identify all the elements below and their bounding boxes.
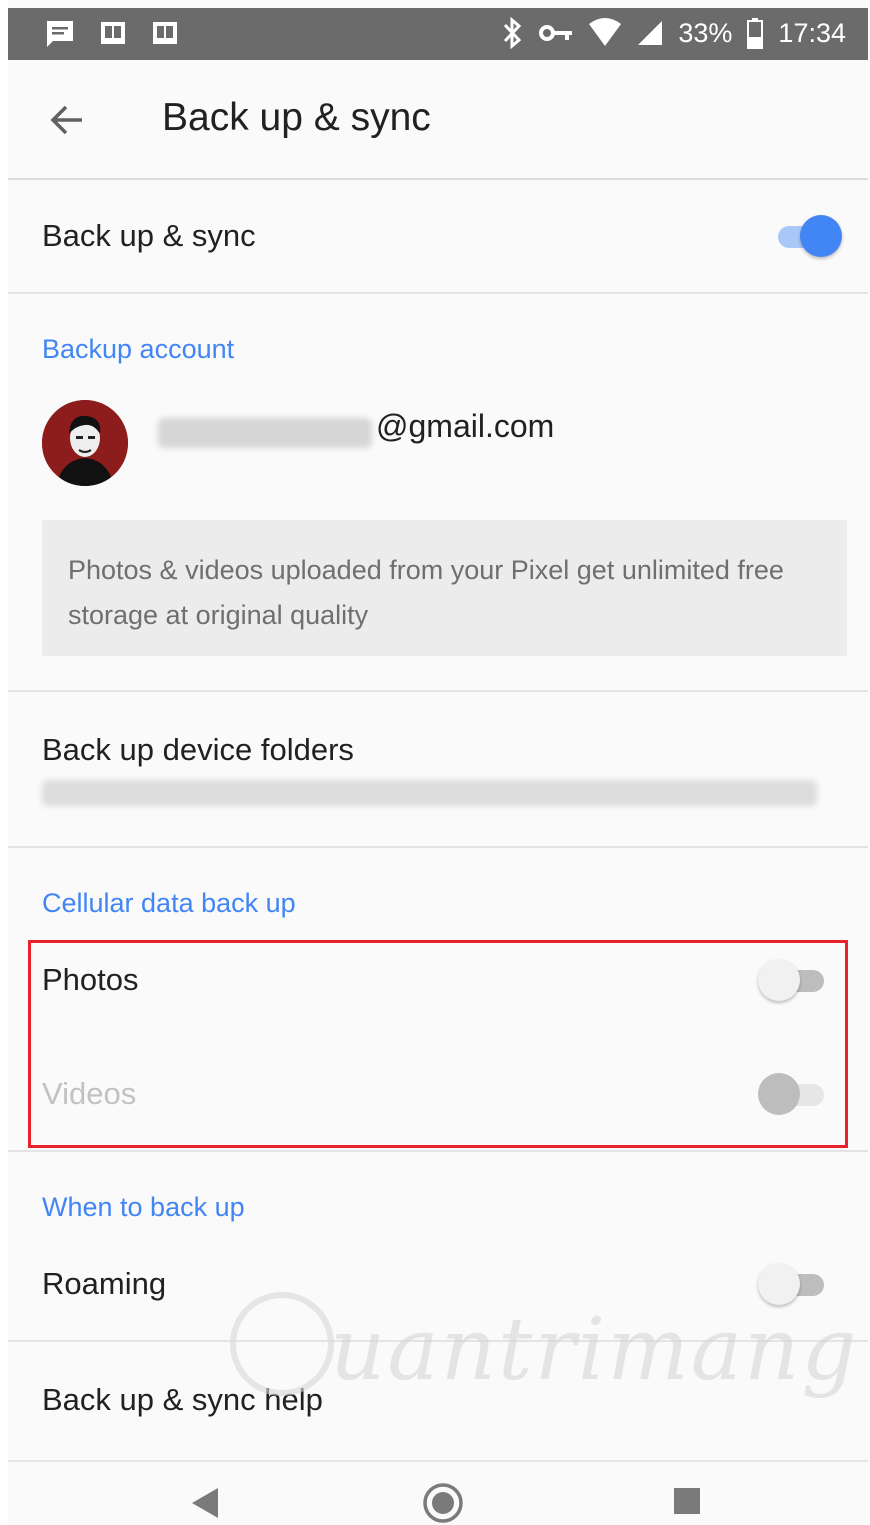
- bluetooth-icon: [502, 16, 524, 50]
- clock: 17:34: [778, 17, 846, 48]
- vpn-key-icon: [538, 21, 574, 45]
- when-header: When to back up: [42, 1192, 245, 1222]
- page-title: Back up & sync: [162, 96, 431, 139]
- divider: [8, 846, 868, 848]
- wifi-icon: [588, 18, 622, 48]
- arrow-left-icon[interactable]: [46, 98, 90, 142]
- folders-list-redacted: [42, 780, 817, 806]
- status-bar: 33% 17:34: [8, 8, 868, 60]
- battery-icon: [746, 17, 764, 49]
- backup-sync-toggle[interactable]: [774, 212, 844, 262]
- nav-home-icon[interactable]: [422, 1482, 464, 1525]
- battery-percent: 33%: [678, 17, 733, 48]
- navigation-bar: [8, 1460, 868, 1525]
- message-icon: [44, 18, 76, 50]
- app-bar: Back up & sync: [8, 60, 868, 180]
- cellular-header: Cellular data back up: [42, 888, 296, 918]
- account-email[interactable]: @gmail.com: [376, 408, 554, 445]
- backup-sync-label: Back up & sync: [42, 218, 256, 253]
- divider: [8, 1150, 868, 1152]
- roaming-label: Roaming: [42, 1266, 167, 1301]
- nav-recents-icon[interactable]: [672, 1486, 702, 1521]
- watermark-logo: [230, 1292, 334, 1396]
- avatar[interactable]: [42, 400, 128, 486]
- device-folders-label[interactable]: Back up device folders: [42, 732, 354, 768]
- divider: [8, 292, 868, 294]
- storage-info-text: Photos & videos uploaded from your Pixel…: [68, 555, 784, 630]
- backup-account-header: Backup account: [42, 334, 235, 364]
- screen: 33% 17:34 Back up & sync Back up & sync …: [8, 0, 868, 1525]
- book-icon: [98, 18, 128, 50]
- highlight-box: [28, 940, 848, 1148]
- storage-info-box: Photos & videos uploaded from your Pixel…: [42, 520, 847, 656]
- signal-icon: [636, 19, 664, 47]
- book-icon: [150, 18, 180, 50]
- nav-back-icon[interactable]: [190, 1486, 220, 1525]
- email-redacted: [158, 418, 372, 448]
- watermark: uantrimang: [330, 1300, 859, 1400]
- divider: [8, 690, 868, 692]
